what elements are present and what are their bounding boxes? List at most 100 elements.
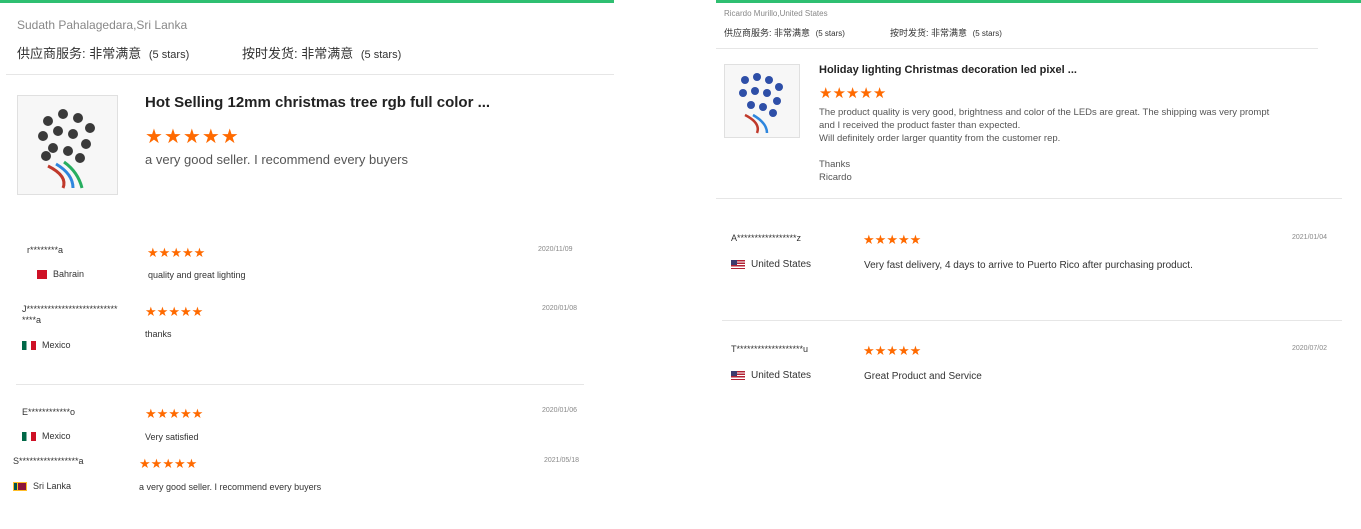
- supplier-service-rating: 供应商服务: 非常满意 (5 stars): [17, 43, 189, 62]
- product-comment-line: Ricardo: [819, 172, 852, 183]
- star-icon: ★: [863, 343, 875, 358]
- supplier-service-value: 非常满意: [774, 28, 811, 38]
- review-comment-text: Very fast delivery, 4 days to arrive to …: [864, 260, 1193, 271]
- product-title-text[interactable]: Holiday lighting Christmas decoration le…: [819, 64, 1077, 76]
- reviewer-name-text: A*****************z: [731, 233, 802, 243]
- review-date: 2020/01/08: [542, 305, 577, 312]
- product-thumbnail[interactable]: [17, 95, 118, 195]
- star-icon: ★: [162, 456, 174, 471]
- reviewer-country: Bahrain: [33, 269, 84, 280]
- review-comment-text: thanks: [145, 329, 172, 339]
- star-icon: ★: [191, 406, 204, 421]
- product-comment-line: Thanks: [819, 159, 851, 170]
- reviewer-name-text: E************o: [22, 407, 76, 417]
- review-comment: quality and great lighting: [148, 270, 246, 280]
- star-icon: ★: [156, 406, 169, 421]
- review-comment-text: Very satisfied: [145, 432, 199, 442]
- country-name: United States: [751, 259, 812, 270]
- reviewer-location-text: Ricardo Murillo,United States: [724, 9, 828, 18]
- star-icon: ★: [163, 126, 182, 148]
- star-icon: ★: [185, 456, 198, 471]
- led-string-image: [725, 65, 799, 137]
- star-icon: ★: [886, 343, 898, 358]
- reviewer-country: United States: [731, 259, 811, 270]
- flag-mexico-icon: [22, 341, 36, 351]
- product-title[interactable]: Hot Selling 12mm christmas tree rgb full…: [145, 94, 490, 111]
- supplier-service-label: 供应商服务:: [17, 46, 86, 61]
- star-icon: ★: [179, 406, 192, 421]
- review-date-text: 2021/05/18: [544, 457, 580, 464]
- reviewer-name-text: S*****************a: [13, 456, 84, 466]
- divider: [722, 320, 1342, 321]
- product-comment-text: a very good seller. I recommend every bu…: [145, 152, 409, 167]
- seller-location-text: Sudath Pahalagedara,Sri Lanka: [17, 18, 188, 32]
- review-date-text: 2020/01/06: [542, 407, 578, 414]
- reviewer-name-text: J**************************: [22, 304, 118, 314]
- review-date-text: 2021/01/04: [1292, 234, 1328, 241]
- shipping-label: 按时发货:: [890, 28, 929, 38]
- reviewer-name: r********a: [27, 245, 63, 255]
- review-stars: ★ ★ ★ ★ ★: [145, 304, 203, 320]
- review-comment-text: Great Product and Service: [864, 371, 982, 382]
- shipping-rating: 按时发货: 非常满意 (5 stars): [890, 26, 1002, 39]
- star-icon: ★: [201, 126, 220, 148]
- star-icon: ★: [886, 232, 898, 247]
- led-string-image: [18, 96, 117, 194]
- shipping-rating: 按时发货: 非常满意 (5 stars): [242, 43, 401, 62]
- review-comment: Great Product and Service: [864, 371, 982, 382]
- star-icon: ★: [191, 304, 204, 319]
- star-icon: ★: [909, 343, 922, 358]
- star-icon: ★: [145, 406, 157, 421]
- review-date: 2021/01/04: [1292, 234, 1327, 241]
- review-date-text: 2020/07/02: [1292, 345, 1328, 352]
- reviewer-country: United States: [731, 370, 811, 381]
- reviewer-name: E************o: [22, 407, 75, 417]
- product-thumbnail[interactable]: [724, 64, 800, 138]
- review-comment-text: quality and great lighting: [148, 270, 246, 280]
- flag-united-states-icon: [731, 370, 745, 380]
- star-icon: ★: [859, 85, 873, 102]
- review-comment-text: a very good seller. I recommend every bu…: [139, 482, 322, 492]
- country-name: Mexico: [42, 431, 71, 441]
- star-icon: ★: [874, 232, 887, 247]
- review-comment: thanks: [145, 329, 172, 339]
- star-icon: ★: [145, 304, 157, 319]
- flag-united-states-icon: [731, 259, 745, 269]
- product-title-text[interactable]: Hot Selling 12mm christmas tree rgb full…: [145, 94, 490, 111]
- shipping-stars: (5 stars): [972, 29, 1002, 38]
- reviewer-country: Sri Lanka: [13, 481, 71, 492]
- review-stars: ★ ★ ★ ★ ★: [145, 406, 203, 422]
- star-icon: ★: [150, 456, 163, 471]
- supplier-service-stars: (5 stars): [148, 49, 190, 61]
- star-icon: ★: [845, 85, 860, 102]
- star-icon: ★: [220, 126, 239, 148]
- shipping-value: 非常满意: [931, 28, 968, 38]
- star-icon: ★: [147, 245, 159, 260]
- reviewer-country: Mexico: [22, 431, 71, 442]
- star-icon: ★: [145, 126, 163, 148]
- review-date-text: 2020/01/08: [542, 305, 578, 312]
- star-icon: ★: [173, 456, 186, 471]
- star-icon: ★: [168, 406, 180, 421]
- product-comment-line: The product quality is very good, bright…: [819, 107, 1270, 118]
- review-date-text: 2020/11/09: [538, 246, 573, 253]
- flag-mexico-icon: [22, 432, 36, 442]
- supplier-service-rating: 供应商服务: 非常满意 (5 stars): [724, 26, 845, 39]
- product-comment: a very good seller. I recommend every bu…: [145, 152, 408, 167]
- star-icon: ★: [170, 245, 182, 260]
- star-icon: ★: [156, 304, 169, 319]
- star-icon: ★: [832, 85, 846, 102]
- supplier-service-value: 非常满意: [89, 46, 142, 61]
- star-icon: ★: [897, 232, 910, 247]
- reviewer-location: Ricardo Murillo,United States: [724, 9, 828, 18]
- review-date: 2020/07/02: [1292, 345, 1327, 352]
- shipping-stars: (5 stars): [360, 49, 402, 61]
- review-comment: Very satisfied: [145, 432, 199, 442]
- review-comment: Very fast delivery, 4 days to arrive to …: [864, 260, 1193, 271]
- star-icon: ★: [139, 456, 151, 471]
- product-title[interactable]: Holiday lighting Christmas decoration le…: [819, 64, 1077, 76]
- star-icon: ★: [897, 343, 910, 358]
- star-icon: ★: [181, 245, 194, 260]
- review-stars: ★ ★ ★ ★ ★: [863, 232, 921, 248]
- flag-bahrain-icon: [33, 270, 47, 280]
